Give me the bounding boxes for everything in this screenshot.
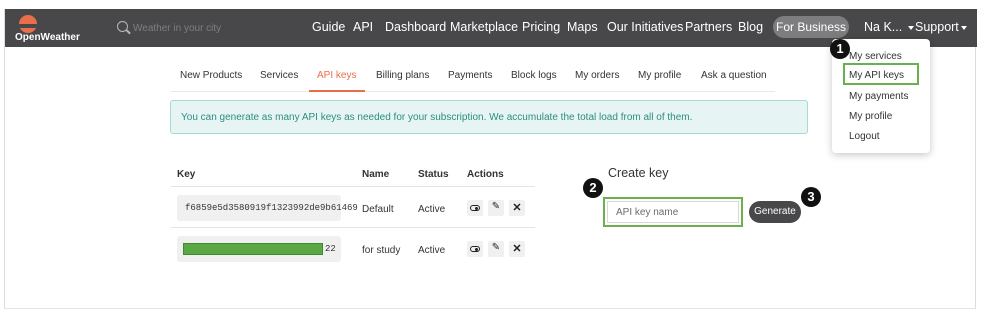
for-business-button[interactable]: For Business — [773, 16, 849, 38]
key-name: for study — [362, 245, 401, 256]
chevron-down-icon — [960, 25, 967, 30]
support-menu[interactable]: Support — [915, 20, 967, 34]
toggle-key-button[interactable] — [467, 241, 483, 257]
nav-link-dashboard[interactable]: Dashboard — [385, 20, 446, 34]
openweather-logo[interactable]: OpenWeather — [15, 13, 85, 45]
nav-link-marketplace[interactable]: Marketplace — [450, 20, 518, 34]
tab-billing-plans[interactable]: Billing plans — [376, 70, 429, 81]
column-header-name: Name — [362, 169, 390, 180]
tab-api-keys[interactable]: API keys — [317, 70, 356, 81]
menu-item-my-profile[interactable]: My profile — [849, 111, 892, 122]
account-tabs: New Products Services API keys Billing p… — [171, 64, 775, 92]
column-header-key: Key — [177, 169, 196, 180]
step-badge-1: 1 — [830, 39, 850, 59]
active-tab-indicator — [309, 90, 365, 92]
nav-link-pricing[interactable]: Pricing — [522, 20, 560, 34]
tab-my-orders[interactable]: My orders — [575, 70, 619, 81]
api-key-text: f6859e5d3580919f1323992de9b61469 — [185, 203, 358, 213]
nav-link-api[interactable]: API — [353, 20, 373, 34]
search-input[interactable] — [133, 19, 293, 37]
menu-item-logout[interactable]: Logout — [849, 131, 880, 142]
nav-link-guide[interactable]: Guide — [312, 20, 345, 34]
column-header-status: Status — [418, 169, 449, 180]
info-alert: You can generate as many API keys as nee… — [170, 100, 808, 134]
logo-text: OpenWeather — [15, 32, 80, 43]
nav-link-our-initiatives[interactable]: Our Initiatives — [607, 20, 683, 34]
edit-key-button[interactable]: ✎ — [488, 200, 504, 216]
menu-item-my-services[interactable]: My services — [849, 51, 902, 62]
table-row-divider — [171, 227, 535, 228]
table-header-divider — [171, 186, 535, 187]
nav-link-blog[interactable]: Blog — [738, 20, 763, 34]
delete-icon: ✕ — [512, 243, 522, 255]
key-name: Default — [362, 204, 394, 215]
info-alert-text: You can generate as many API keys as nee… — [181, 112, 693, 123]
key-status: Active — [418, 245, 446, 256]
delete-icon: ✕ — [512, 202, 522, 214]
nav-link-maps[interactable]: Maps — [567, 20, 598, 34]
toggle-icon — [470, 205, 480, 211]
redacted-key-mask — [183, 243, 323, 255]
edit-icon: ✎ — [491, 242, 501, 253]
tab-payments[interactable]: Payments — [448, 70, 492, 81]
tab-ask-a-question[interactable]: Ask a question — [701, 70, 767, 81]
menu-item-my-api-keys[interactable]: My API keys — [849, 70, 904, 81]
api-key-value: f6859e5d3580919f1323992de9b61469 — [177, 195, 358, 221]
toggle-icon — [470, 246, 480, 252]
toggle-key-button[interactable] — [467, 200, 483, 216]
user-menu[interactable]: Na K... — [864, 20, 914, 34]
delete-key-button[interactable]: ✕ — [509, 241, 525, 257]
chevron-down-icon — [907, 25, 914, 30]
menu-item-my-payments[interactable]: My payments — [849, 91, 908, 102]
user-menu-label: Na K... — [864, 20, 903, 34]
edit-key-button[interactable]: ✎ — [488, 241, 504, 257]
search-bar[interactable] — [117, 19, 297, 37]
key-status: Active — [418, 204, 446, 215]
nav-link-partners[interactable]: Partners — [685, 20, 732, 34]
api-key-name-field — [603, 197, 743, 227]
tab-services[interactable]: Services — [260, 70, 298, 81]
column-header-actions: Actions — [467, 169, 504, 180]
api-key-name-input[interactable] — [607, 201, 739, 223]
tab-block-logs[interactable]: Block logs — [511, 70, 557, 81]
delete-key-button[interactable]: ✕ — [509, 200, 525, 216]
create-key-title: Create key — [608, 166, 669, 180]
api-key-value: 22 — [177, 236, 341, 262]
page-frame: OpenWeather Guide API Dashboard Marketpl… — [4, 9, 977, 309]
support-menu-label: Support — [915, 20, 959, 34]
tab-new-products[interactable]: New Products — [180, 70, 242, 81]
generate-button[interactable]: Generate — [749, 201, 801, 223]
edit-icon: ✎ — [491, 201, 501, 212]
step-badge-3: 3 — [801, 187, 821, 207]
step-badge-2: 2 — [583, 178, 603, 198]
tab-my-profile[interactable]: My profile — [638, 70, 681, 81]
api-key-suffix: 22 — [325, 244, 336, 254]
search-icon — [117, 21, 128, 32]
